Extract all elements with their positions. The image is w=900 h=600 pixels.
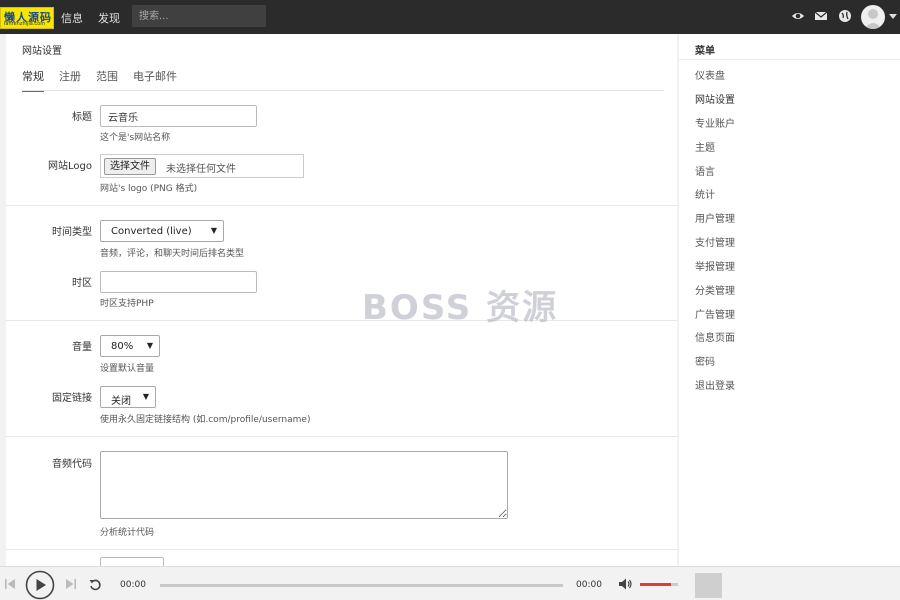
total-time: 00:00 (576, 580, 602, 590)
menu-item-languages[interactable]: 语言 (695, 163, 715, 178)
volume-slider[interactable] (640, 583, 678, 586)
menu-item-themes[interactable]: 主题 (695, 139, 715, 154)
menu-item-users[interactable]: 用户管理 (695, 210, 735, 225)
section-divider (6, 549, 677, 550)
time-type-hint: 音频，评论，和聊天时间后排名类型 (100, 249, 245, 259)
menu-item-info-pages[interactable]: 信息页面 (695, 329, 735, 344)
repeat-icon[interactable] (89, 578, 102, 591)
logo-hint: 网站's logo (PNG 格式) (100, 184, 198, 194)
menu-header: 菜单 (695, 46, 715, 57)
nav-link-messages[interactable]: 信息 (61, 10, 83, 26)
audio-code-hint: 分析统计代码 (100, 528, 155, 538)
logo-subtext: lanrenzhijia.com (4, 21, 46, 27)
eye-icon[interactable] (791, 9, 805, 23)
menu-item-site-settings[interactable]: 网站设置 (695, 91, 735, 106)
section-divider (6, 436, 677, 437)
user-silhouette-icon (864, 9, 882, 29)
next-icon[interactable] (66, 578, 76, 590)
time-type-select[interactable]: Converted (live) ▼ (100, 220, 224, 242)
globe-icon[interactable] (838, 9, 852, 23)
top-bar: 懒人源码 lanrenzhijia.com 信息 发现 (0, 0, 900, 34)
timezone-label: 时区 (72, 278, 92, 289)
track-thumbnail[interactable] (695, 573, 722, 598)
timezone-hint: 时区支持PHP (100, 299, 154, 309)
menu-item-ads[interactable]: 广告管理 (695, 306, 735, 321)
mail-icon[interactable] (814, 9, 828, 23)
seek-bar[interactable] (160, 584, 563, 587)
watermark: BOSS 资源 (362, 288, 559, 328)
logo-label: 网站Logo (48, 161, 92, 172)
volume-slider-fill (640, 583, 672, 586)
section-divider (6, 320, 677, 321)
file-status: 未选择任何文件 (166, 164, 236, 175)
menu-item-stats[interactable]: 统计 (695, 186, 715, 201)
volume-hint: 设置默认音量 (100, 364, 155, 374)
nav-link-discover[interactable]: 发现 (98, 10, 120, 26)
tab-scope[interactable]: 范围 (96, 68, 118, 90)
title-input[interactable] (100, 105, 257, 127)
menu-divider (679, 59, 900, 60)
menu-item-logout[interactable]: 退出登录 (695, 377, 735, 392)
page-title: 网站设置 (22, 46, 62, 57)
play-icon[interactable] (25, 570, 55, 600)
user-avatar[interactable] (861, 5, 885, 29)
search-input[interactable] (132, 5, 266, 27)
previous-icon[interactable] (5, 578, 15, 590)
volume-select[interactable]: 80% ▼ (100, 335, 160, 357)
admin-menu: 菜单 仪表盘 网站设置 专业账户 主题 语言 统计 用户管理 支付管理 举报管理… (679, 34, 900, 566)
menu-item-pro-accounts[interactable]: 专业账户 (695, 115, 735, 130)
partial-button[interactable] (100, 557, 164, 566)
menu-item-reports[interactable]: 举报管理 (695, 258, 735, 273)
dropdown-arrow-icon: ▼ (142, 392, 149, 401)
time-type-value: Converted (live) (111, 226, 192, 237)
menu-item-payments[interactable]: 支付管理 (695, 234, 735, 249)
tab-email[interactable]: 电子邮件 (133, 68, 177, 90)
section-divider (6, 205, 677, 206)
settings-panel: 网站设置 常规 注册 范围 电子邮件 标题 这个是's网站名称 网站Logo 选… (6, 34, 677, 566)
user-menu-chevron-down-icon[interactable] (889, 14, 897, 19)
tabs-divider (22, 90, 664, 91)
logo-file-input[interactable]: 选择文件 未选择任何文件 (100, 154, 304, 178)
audio-code-label: 音频代码 (52, 459, 92, 470)
tab-registration[interactable]: 注册 (59, 68, 81, 90)
volume-label: 音量 (72, 342, 92, 353)
permalink-hint: 使用永久固定链接结构 (如.com/profile/username) (100, 415, 311, 425)
title-label: 标题 (72, 112, 92, 123)
audio-code-textarea[interactable] (100, 451, 508, 519)
dropdown-arrow-icon: ▼ (146, 341, 153, 350)
title-hint: 这个是's网站名称 (100, 133, 171, 143)
menu-item-categories[interactable]: 分类管理 (695, 282, 735, 297)
volume-icon[interactable] (619, 578, 633, 590)
permalink-select[interactable]: 关闭 ▼ (100, 386, 156, 408)
site-logo[interactable]: 懒人源码 lanrenzhijia.com (0, 7, 54, 29)
menu-item-password[interactable]: 密码 (695, 353, 715, 368)
volume-value: 80% (111, 341, 134, 352)
permalink-label: 固定链接 (52, 393, 92, 404)
permalink-value: 关闭 (111, 396, 131, 407)
tab-general[interactable]: 常规 (22, 68, 44, 92)
time-type-label: 时间类型 (52, 227, 92, 238)
menu-item-dashboard[interactable]: 仪表盘 (695, 67, 725, 82)
audio-player: 00:00 00:00 (0, 566, 900, 600)
settings-tabs: 常规 注册 范围 电子邮件 (6, 68, 666, 92)
dropdown-arrow-icon: ▼ (210, 226, 217, 235)
current-time: 00:00 (120, 580, 146, 590)
timezone-input[interactable] (100, 271, 257, 293)
choose-file-button[interactable]: 选择文件 (104, 158, 156, 175)
